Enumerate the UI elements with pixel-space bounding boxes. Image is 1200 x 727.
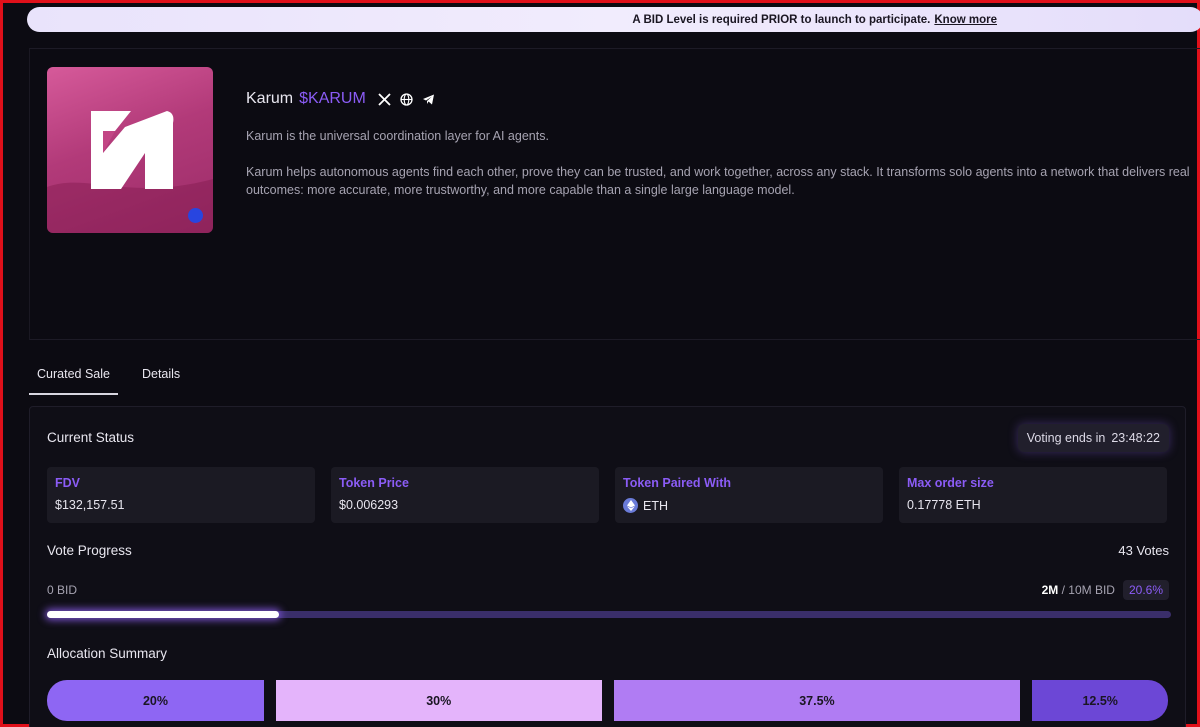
vote-progress-fill [47, 611, 279, 618]
stat-label: FDV [55, 476, 80, 490]
stat-label: Token Paired With [623, 476, 732, 490]
stat-label: Max order size [907, 476, 994, 490]
allocation-segment: 37.5% [613, 680, 1021, 721]
project-description: Karum is the universal coordination laye… [246, 127, 1196, 199]
telegram-icon[interactable] [422, 92, 436, 106]
status-dot [188, 208, 203, 223]
vote-progress-title: Vote Progress [47, 543, 132, 558]
project-header: Karum $KARUM Karum is the universal coor… [29, 48, 1200, 340]
know-more-link[interactable]: Know more [934, 14, 997, 26]
vote-percent-badge: 20.6% [1122, 580, 1169, 600]
vote-count: 43 Votes [1118, 543, 1169, 558]
allocation-bar: 20% 30% 37.5% 12.5% [47, 680, 1168, 721]
x-icon[interactable] [378, 92, 392, 106]
stat-token-price: Token Price $0.006293 [331, 467, 599, 523]
allocation-summary-title: Allocation Summary [47, 646, 168, 661]
voting-countdown: Voting ends in 23:48:22 [1017, 424, 1169, 452]
allocation-segment: 30% [276, 680, 602, 721]
voting-timer: 23:48:22 [1111, 431, 1160, 445]
allocation-segment: 12.5% [1032, 680, 1168, 721]
voting-label: Voting ends in [1026, 431, 1106, 445]
project-title-row: Karum $KARUM [246, 89, 436, 109]
vote-progress-bar [47, 611, 1171, 618]
stat-token-paired: Token Paired With ETH [615, 467, 883, 523]
description-detail: Karum helps autonomous agents find each … [246, 165, 1190, 197]
globe-icon[interactable] [400, 92, 414, 106]
stat-value: $132,157.51 [55, 498, 125, 512]
ethereum-icon [623, 498, 638, 513]
allocation-segment: 20% [47, 680, 264, 721]
vote-min-label: 0 BID [47, 583, 78, 597]
status-stats: FDV $132,157.51 Token Price $0.006293 To… [47, 467, 1167, 523]
project-logo [47, 67, 213, 233]
project-ticker: $KARUM [299, 90, 366, 107]
stat-fdv: FDV $132,157.51 [47, 467, 315, 523]
stat-value: 0.17778 ETH [907, 498, 981, 512]
project-name: Karum [246, 90, 294, 107]
curated-sale-panel: Current Status Voting ends in 23:48:22 F… [29, 406, 1186, 727]
vote-amount: 2M / 10M BID [1041, 583, 1115, 597]
stat-max-order: Max order size 0.17778 ETH [899, 467, 1167, 523]
banner-text: A BID Level is required PRIOR to launch … [632, 13, 931, 26]
tab-curated-sale[interactable]: Curated Sale [29, 363, 118, 395]
description-summary: Karum is the universal coordination laye… [246, 129, 549, 143]
stat-label: Token Price [339, 476, 409, 490]
stat-value: $0.006293 [339, 498, 399, 512]
sale-tabs: Curated Sale Details [29, 363, 188, 395]
vote-progress-summary: 2M / 10M BID 20.6% [1042, 580, 1169, 600]
current-status-title: Current Status [47, 430, 135, 445]
announcement-banner: A BID Level is required PRIOR to launch … [27, 7, 1200, 32]
stat-value: ETH [623, 498, 875, 513]
tab-details[interactable]: Details [134, 363, 188, 395]
